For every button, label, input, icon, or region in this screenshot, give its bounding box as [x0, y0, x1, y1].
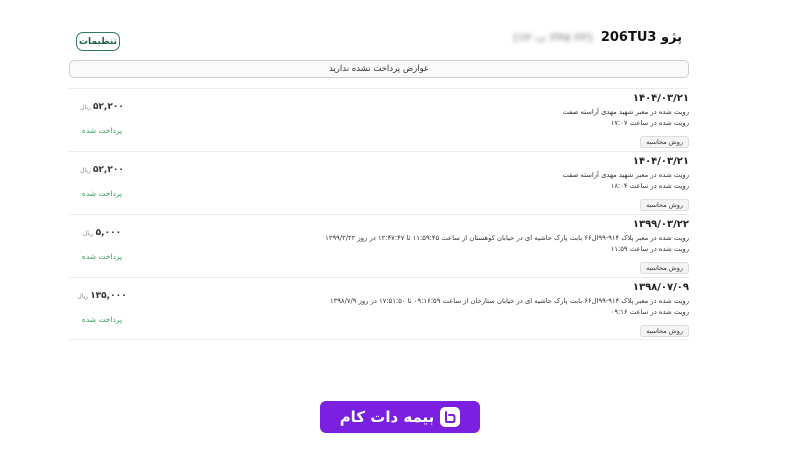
amount: ۵۲,۲۰۰ — [92, 165, 124, 175]
time-line: رویت شده در ساعت ۱۷:۰۷ — [610, 119, 689, 127]
settings-button[interactable]: تنظیمات — [76, 32, 120, 51]
record-date: ۱۴۰۴/۰۳/۲۱ — [632, 156, 689, 167]
payment-status: پرداخت شده — [81, 189, 123, 198]
amount-column: ۵,۰۰۰ریال پرداخت شده — [69, 220, 135, 261]
currency-label: ریال — [82, 230, 94, 237]
location-line: رویت شده در معبر شهید مهدی آراسته صفت — [562, 108, 689, 116]
toll-records-list: ۵۲,۲۰۰ریال پرداخت شده ۱۴۰۴/۰۳/۲۱ رویت شد… — [69, 88, 689, 340]
calculation-method-button[interactable]: روش محاسبه — [640, 199, 689, 211]
amount-line: ۵۲,۲۰۰ریال — [69, 157, 135, 176]
record-date: ۱۴۰۴/۰۳/۲۱ — [632, 93, 689, 104]
record-details: ۱۴۰۴/۰۳/۲۱ رویت شده در معبر شهید مهدی آر… — [149, 93, 689, 148]
toll-record: ۵۲,۲۰۰ریال پرداخت شده ۱۴۰۴/۰۳/۲۱ رویت شد… — [69, 151, 689, 214]
time-line: رویت شده در ساعت ۱۱:۵۹ — [610, 245, 689, 253]
bimeh-logo: بیمه دات کام — [320, 401, 480, 433]
amount-line: ۱۳۵,۰۰۰ریال — [69, 283, 135, 302]
amount: ۱۳۵,۰۰۰ — [90, 291, 127, 301]
amount: ۵۲,۲۰۰ — [92, 102, 124, 112]
license-plate-blurred: (۲۲ ۳۴۵ ب ۱۲) — [513, 31, 593, 44]
calculation-method-button[interactable]: روش محاسبه — [640, 262, 689, 274]
payment-status: پرداخت شده — [81, 315, 123, 324]
payment-status: پرداخت شده — [81, 252, 123, 261]
currency-label: ریال — [80, 167, 91, 174]
toll-record: ۵۲,۲۰۰ریال پرداخت شده ۱۴۰۴/۰۳/۲۱ رویت شد… — [69, 88, 689, 151]
record-details: ۱۴۰۴/۰۳/۲۱ رویت شده در معبر شهید مهدی آر… — [149, 156, 689, 211]
logo-text: بیمه دات کام — [339, 408, 435, 426]
calculation-method-button[interactable]: روش محاسبه — [640, 136, 689, 148]
time-line: رویت شده در ساعت ۱۸:۰۴ — [610, 182, 689, 190]
amount-column: ۵۲,۲۰۰ریال پرداخت شده — [69, 94, 135, 135]
location-line: رویت شده در معبر پلاک ۹۱۴-۹۹ال۶۶ بابت پا… — [329, 297, 689, 305]
location-line: رویت شده در معبر پلاک ۹۱۴-۹۹ال۶۶ بابت پا… — [325, 234, 689, 242]
record-details: ۱۳۹۸/۰۷/۰۹ رویت شده در معبر پلاک ۹۱۴-۹۹ا… — [149, 282, 689, 337]
record-details: ۱۳۹۹/۰۳/۲۲ رویت شده در معبر پلاک ۹۱۴-۹۹ا… — [149, 219, 689, 274]
record-date: ۱۳۹۸/۰۷/۰۹ — [632, 282, 689, 293]
time-line: رویت شده در ساعت ۰۹:۱۶ — [610, 308, 689, 316]
car-title-group: پژو 206TU3 (۲۲ ۳۴۵ ب ۱۲) — [513, 30, 682, 45]
logo-mark-icon — [440, 407, 461, 427]
unpaid-tolls-notice: عوارض پرداخت نشده ندارید — [69, 60, 689, 78]
amount-line: ۵,۰۰۰ریال — [69, 220, 135, 239]
amount-column: ۵۲,۲۰۰ریال پرداخت شده — [69, 157, 135, 198]
calculation-method-button[interactable]: روش محاسبه — [640, 325, 689, 337]
amount: ۵,۰۰۰ — [95, 228, 122, 238]
car-title: پژو 206TU3 — [600, 30, 682, 45]
toll-record: ۱۳۵,۰۰۰ریال پرداخت شده ۱۳۹۸/۰۷/۰۹ رویت ش… — [69, 277, 689, 340]
page-header: تنظیمات پژو 206TU3 (۲۲ ۳۴۵ ب ۱۲) — [70, 30, 690, 52]
record-date: ۱۳۹۹/۰۳/۲۲ — [632, 219, 689, 230]
location-line: رویت شده در معبر شهید مهدی آراسته صفت — [562, 171, 689, 179]
amount-line: ۵۲,۲۰۰ریال — [69, 94, 135, 113]
toll-record: ۵,۰۰۰ریال پرداخت شده ۱۳۹۹/۰۳/۲۲ رویت شده… — [69, 214, 689, 277]
amount-column: ۱۳۵,۰۰۰ریال پرداخت شده — [69, 283, 135, 324]
currency-label: ریال — [77, 293, 89, 300]
currency-label: ریال — [80, 104, 91, 111]
payment-status: پرداخت شده — [81, 126, 123, 135]
